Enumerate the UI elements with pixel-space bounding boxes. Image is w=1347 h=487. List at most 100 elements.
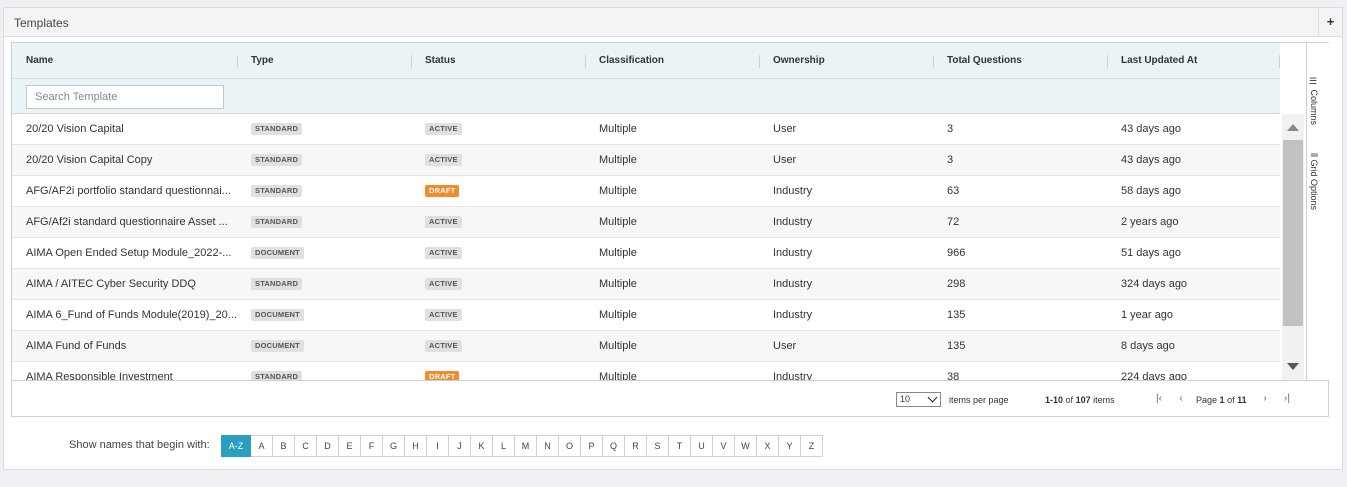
alphabet-button-a[interactable]: A bbox=[251, 435, 273, 457]
alphabet-button-o[interactable]: O bbox=[559, 435, 581, 457]
table-row[interactable]: AIMA Responsible Investment STANDARD DRAFT… bbox=[12, 362, 1280, 380]
alphabet-button-c[interactable]: C bbox=[295, 435, 317, 457]
alphabet-button-y[interactable]: Y bbox=[779, 435, 801, 457]
alphabet-button-b[interactable]: B bbox=[273, 435, 295, 457]
alphabet-button-k[interactable]: K bbox=[471, 435, 493, 457]
table-row[interactable]: AFG/AF2i portfolio standard questionnai.… bbox=[12, 176, 1280, 207]
alphabet-button-t[interactable]: T bbox=[669, 435, 691, 457]
table-row[interactable]: AIMA / AITEC Cyber Security DDQ STANDARD A… bbox=[12, 269, 1280, 300]
alphabet-button-d[interactable]: D bbox=[317, 435, 339, 457]
alphabet-button-e[interactable]: E bbox=[339, 435, 361, 457]
cell-classification: Multiple bbox=[599, 278, 637, 290]
expand-plus-icon[interactable]: + bbox=[1318, 8, 1342, 37]
cell-ownership: User bbox=[773, 154, 797, 166]
cell-ownership: User bbox=[773, 123, 797, 135]
cell-ownership: Industry bbox=[773, 371, 813, 380]
templates-grid: Name Type Status Classification Ownershi… bbox=[11, 42, 1329, 417]
cell-type: STANDARD bbox=[237, 207, 411, 237]
column-header-last-updated[interactable]: Last Updated At bbox=[1107, 43, 1280, 79]
alphabet-button-w[interactable]: W bbox=[735, 435, 757, 457]
cell-name: 20/20 Vision Capital Copy bbox=[26, 154, 153, 166]
column-header-classification[interactable]: Classification bbox=[585, 43, 759, 79]
alphabet-button-z[interactable]: Z bbox=[801, 435, 823, 457]
pager-info: 1-10 of 107 items bbox=[1045, 394, 1115, 406]
alphabet-button-j[interactable]: J bbox=[449, 435, 471, 457]
scroll-down-arrow-icon[interactable] bbox=[1287, 363, 1299, 370]
first-page-icon[interactable]: |‹ bbox=[1152, 392, 1166, 406]
grid-side-bar: ☰ Columns ⦀ Grid Options bbox=[1306, 43, 1329, 380]
alphabet-button-m[interactable]: M bbox=[515, 435, 537, 457]
cell-total-questions: 966 bbox=[947, 247, 966, 259]
chevron-down-icon bbox=[927, 392, 938, 403]
alphabet-button-a-z[interactable]: A-Z bbox=[221, 435, 251, 457]
alphabet-button-v[interactable]: V bbox=[713, 435, 735, 457]
type-badge: DOCUMENT bbox=[251, 340, 304, 353]
alphabet-button-r[interactable]: R bbox=[625, 435, 647, 457]
side-tab-columns-label: Columns bbox=[1309, 89, 1319, 126]
column-header-type[interactable]: Type bbox=[237, 43, 411, 79]
side-tab-grid-options[interactable]: ⦀ Grid Options bbox=[1309, 153, 1319, 210]
cell-classification: Multiple bbox=[599, 154, 637, 166]
table-row[interactable]: 20/20 Vision Capital Copy STANDARD ACTIVE M… bbox=[12, 145, 1280, 176]
current-page: 1 bbox=[1219, 395, 1225, 405]
scroll-up-arrow-icon[interactable] bbox=[1287, 124, 1299, 131]
alphabet-button-f[interactable]: F bbox=[361, 435, 383, 457]
cell-last-updated: 224 days ago bbox=[1121, 371, 1188, 380]
panel-title: Templates bbox=[14, 16, 69, 30]
page-size-select[interactable]: 10 bbox=[896, 392, 941, 407]
last-page-icon[interactable]: ›| bbox=[1280, 392, 1294, 406]
panel-header: Templates + bbox=[4, 8, 1342, 37]
cell-classification: Multiple bbox=[599, 185, 637, 197]
cell-ownership: Industry bbox=[773, 309, 813, 321]
cell-type: STANDARD bbox=[237, 269, 411, 299]
alphabet-button-g[interactable]: G bbox=[383, 435, 405, 457]
type-badge: STANDARD bbox=[251, 278, 303, 291]
cell-last-updated: 43 days ago bbox=[1121, 154, 1181, 166]
grid-header-row: Name Type Status Classification Ownershi… bbox=[12, 43, 1280, 79]
alphabet-button-p[interactable]: P bbox=[581, 435, 603, 457]
cell-total-questions: 38 bbox=[947, 371, 960, 380]
status-badge: ACTIVE bbox=[425, 278, 462, 291]
alphabet-button-u[interactable]: U bbox=[691, 435, 713, 457]
scroll-thumb[interactable] bbox=[1283, 140, 1303, 326]
pager-items-label: items bbox=[1093, 395, 1115, 405]
vertical-scrollbar[interactable] bbox=[1282, 114, 1304, 380]
status-badge: DRAFT bbox=[425, 185, 460, 198]
column-header-name[interactable]: Name bbox=[12, 43, 237, 79]
next-page-icon[interactable]: › bbox=[1258, 392, 1272, 406]
column-header-status[interactable]: Status bbox=[411, 43, 585, 79]
alphabet-button-n[interactable]: N bbox=[537, 435, 559, 457]
cell-last-updated: 58 days ago bbox=[1121, 185, 1181, 197]
column-resizer[interactable] bbox=[1279, 55, 1280, 68]
cell-type: STANDARD bbox=[237, 145, 411, 175]
grid-main: Name Type Status Classification Ownershi… bbox=[12, 43, 1306, 380]
prev-page-icon[interactable]: ‹ bbox=[1174, 392, 1188, 406]
alphabet-button-s[interactable]: S bbox=[647, 435, 669, 457]
cell-status: DRAFT bbox=[411, 362, 585, 380]
type-badge: STANDARD bbox=[251, 216, 303, 229]
table-row[interactable]: AIMA Fund of Funds DOCUMENT ACTIVE Multiple… bbox=[12, 331, 1280, 362]
cell-total-questions: 298 bbox=[947, 278, 966, 290]
total-pages: 11 bbox=[1237, 395, 1247, 405]
table-row[interactable]: AIMA Open Ended Setup Module_2022-... DOC… bbox=[12, 238, 1280, 269]
alphabet-button-i[interactable]: I bbox=[427, 435, 449, 457]
column-header-total-questions[interactable]: Total Questions bbox=[933, 43, 1107, 79]
cell-total-questions: 3 bbox=[947, 154, 954, 166]
table-row[interactable]: AFG/Af2i standard questionnaire Asset ..… bbox=[12, 207, 1280, 238]
alphabet-button-x[interactable]: X bbox=[757, 435, 779, 457]
cell-name: AIMA Responsible Investment bbox=[26, 371, 173, 380]
alphabet-button-l[interactable]: L bbox=[493, 435, 515, 457]
pager-total-items: 107 bbox=[1075, 395, 1091, 405]
cell-status: ACTIVE bbox=[411, 269, 585, 299]
alphabet-button-h[interactable]: H bbox=[405, 435, 427, 457]
table-row[interactable]: 20/20 Vision Capital STANDARD ACTIVE Multip… bbox=[12, 114, 1280, 145]
cell-classification: Multiple bbox=[599, 216, 637, 228]
alphabet-button-q[interactable]: Q bbox=[603, 435, 625, 457]
status-badge: ACTIVE bbox=[425, 154, 462, 167]
cell-total-questions: 63 bbox=[947, 185, 960, 197]
table-row[interactable]: AIMA 6_Fund of Funds Module(2019)_20... D… bbox=[12, 300, 1280, 331]
column-header-ownership[interactable]: Ownership bbox=[759, 43, 933, 79]
cell-classification: Multiple bbox=[599, 309, 637, 321]
search-template-input[interactable] bbox=[26, 85, 224, 109]
side-tab-columns[interactable]: ☰ Columns bbox=[1309, 77, 1319, 125]
